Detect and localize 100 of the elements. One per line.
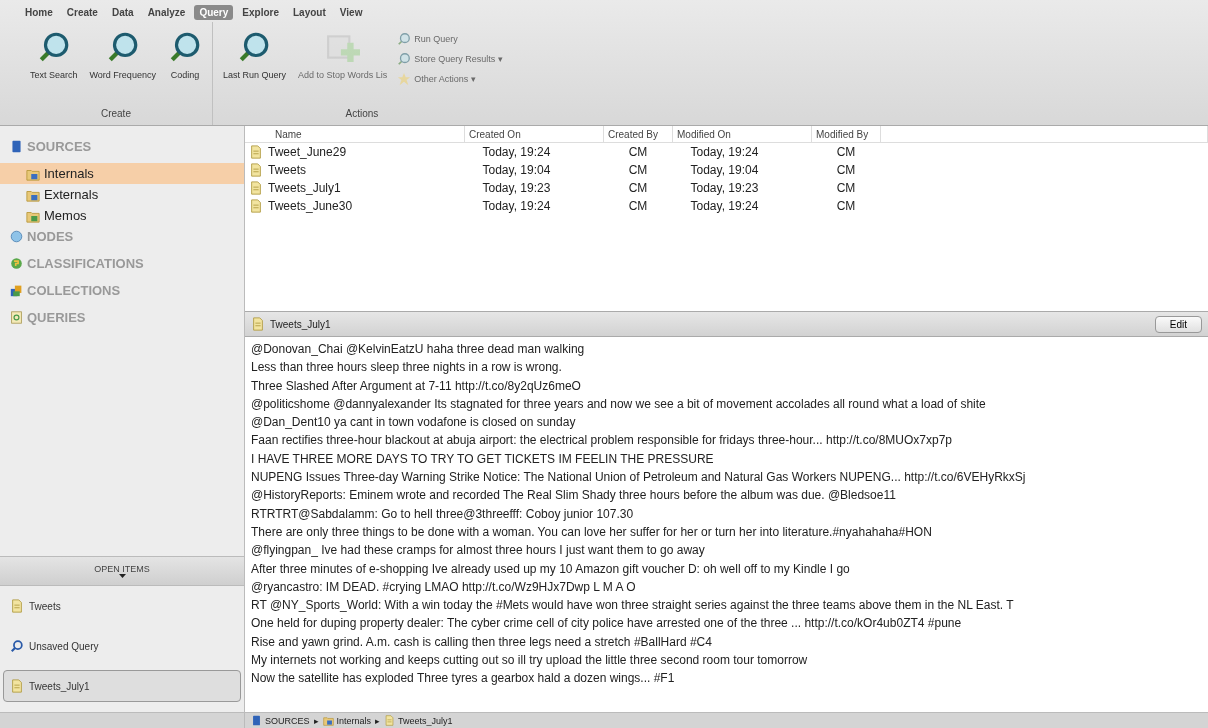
text-line: Three Slashed After Argument at 7-11 http://t.co/8y2qUz6meO <box>251 377 582 395</box>
magnifier-icon <box>397 32 412 46</box>
ribbon-button[interactable]: Text Search <box>28 28 80 108</box>
table-cell: CM <box>628 163 648 177</box>
document-icon <box>251 317 265 331</box>
ribbon-button[interactable]: Word Frequency <box>87 28 158 108</box>
table-cell: Today, 19:23 <box>482 181 551 195</box>
item-label: Tweets_July1 <box>29 680 90 692</box>
document-icon <box>249 199 263 213</box>
text-line: @flyingpan_ Ive had these cramps for almost three hours I just want them to go away <box>251 542 706 560</box>
document-icon <box>10 599 24 613</box>
separator-icon: ▸ <box>375 715 381 726</box>
star-icon <box>397 72 412 86</box>
menu-tab[interactable]: Create <box>61 5 103 20</box>
table-cell: CM <box>836 199 856 213</box>
column-header[interactable]: Created On <box>464 126 604 143</box>
table-cell: CM <box>836 145 856 159</box>
table-cell: Tweets <box>268 163 306 177</box>
table-cell: Tweet_June29 <box>268 145 347 159</box>
menu-tab[interactable]: Analyze <box>142 5 191 20</box>
globe-icon <box>10 257 23 270</box>
document-icon <box>249 145 263 159</box>
menu-tab[interactable]: Layout <box>288 5 331 20</box>
header-label: OPEN ITEMS <box>94 564 150 574</box>
table-cell: Today, 19:24 <box>482 199 551 213</box>
open-item[interactable]: Tweets <box>3 590 241 622</box>
text-line: I HAVE THREE MORE DAYS TO TRY TO GET TICKETS IM FEELIN THE PRESSURE <box>251 450 715 468</box>
item-label: Unsaved Query <box>29 640 99 652</box>
table-cell: CM <box>628 199 648 213</box>
ribbon-button[interactable]: Coding <box>165 28 204 108</box>
menu-tab[interactable]: Data <box>106 5 139 20</box>
menu-tab[interactable]: Home <box>20 5 58 20</box>
document-icon <box>249 163 263 177</box>
text-line: Faan rectifies three-hour blackout at abuja airport: the electrical problem responsible for fridays three-hour... http://t.co/8MUOx7xp7p <box>251 432 953 450</box>
breadcrumb-item[interactable]: Tweets_July1 <box>398 715 453 726</box>
stack-icon <box>10 284 23 297</box>
text-line: @politicshome @dannyalexander Its stagnated for three years and now we see a bit of movement accolades all round what a load of shite <box>251 395 987 413</box>
open-item[interactable]: Tweets_July1 <box>3 670 241 702</box>
column-header[interactable]: Name <box>245 126 465 143</box>
breadcrumb-item[interactable]: SOURCES <box>265 715 310 726</box>
folder-icon <box>322 715 334 726</box>
menu-tab[interactable]: Explore <box>237 5 284 20</box>
text-line: RT @NY_Sports_World: With a win today the #Mets would have won three straight series against the three teams above them in the NL East. T <box>251 597 1015 615</box>
breadcrumb-item[interactable]: Internals <box>336 715 372 726</box>
book-icon <box>251 715 262 726</box>
table-cell: Today, 19:24 <box>482 145 551 159</box>
table-cell: CM <box>836 163 856 177</box>
item-label: Internals <box>44 166 94 181</box>
group-label: Create <box>99 108 132 121</box>
table-cell: Today, 19:24 <box>690 145 759 159</box>
section-label: CLASSIFICATIONS <box>27 256 144 271</box>
section-label: QUERIES <box>27 310 86 325</box>
table-cell: Today, 19:24 <box>690 199 759 213</box>
sidebar-item[interactable]: Externals <box>0 184 244 205</box>
ribbon-button[interactable]: Last Run Query <box>220 28 288 108</box>
item-label: Externals <box>44 187 99 202</box>
caret-icon <box>118 574 126 578</box>
text-line: After three minutes of e-shopping Ive already used up my 10 Amazon gift voucher D: oh well off to my Kindle I go <box>251 560 851 578</box>
text-line: @HistoryReports: Eminem wrote and recorded The Real Slim Shady three hours before the album was due. @Bledsoe11 <box>251 487 897 505</box>
document-icon <box>10 679 24 693</box>
text-line: My internets not working and keeps cutting out so ill try upload the little three second room tour tomorrow <box>251 652 809 670</box>
section-label: SOURCES <box>27 139 92 154</box>
table-cell: CM <box>628 145 648 159</box>
sidebar-item[interactable]: Memos <box>0 205 244 226</box>
open-items-header[interactable]: OPEN ITEMS <box>0 556 244 586</box>
text-line: @Donovan_Chai @KelvinEatzU haha three dead man walking <box>251 341 586 358</box>
query-document-icon <box>10 311 23 324</box>
column-header[interactable]: Created By <box>603 126 673 143</box>
text-line: Rise and yawn grind. A.m. cash is calling then three legs need a stretch #BallHard #C4 <box>251 633 713 651</box>
book-icon <box>10 140 23 153</box>
preview-title: Tweets_July1 <box>270 318 331 330</box>
column-header[interactable]: Modified By <box>811 126 881 143</box>
text-line: There are only three things to be done with a woman. You can love her suffer for her or turn her into literature.#nyahahaha#HON <box>251 523 933 541</box>
table-cell: CM <box>836 181 856 195</box>
text-line: One held for duping property dealer: The cyber crime cell of city police have arrested one of the three ... http://t.co/kOr4ub0ZT4 #pune <box>251 615 963 633</box>
magnifier-icon <box>397 52 412 66</box>
column-header[interactable]: Modified On <box>672 126 812 143</box>
document-icon <box>249 181 263 195</box>
text-line: RTRTRT@Sabdalamm: Go to hell three@3threefff: Coboy junior 107.30 <box>251 505 635 523</box>
table-cell: Today, 19:23 <box>690 181 759 195</box>
table-cell: Tweets_June30 <box>268 199 353 213</box>
item-label: Tweets <box>29 600 61 612</box>
separator-icon: ▸ <box>313 715 319 726</box>
text-line: Less than three hours sleep three nights in a row is wrong. <box>251 359 563 377</box>
section-label: NODES <box>27 229 74 244</box>
document-icon <box>384 715 396 726</box>
text-line: @Dan_Dent10 ya cant in town vodafone is closed on sunday <box>251 414 577 432</box>
edit-button[interactable]: Edit <box>1154 315 1202 333</box>
sidebar-item[interactable]: Internals <box>0 163 244 184</box>
table-cell: Today, 19:04 <box>482 163 551 177</box>
text-line: NUPENG Issues Three-day Warning Strike Notice: The National Union of Petroleum and Natural Gas Workers NUPENG... http://t.co/6VEHyRkxSj <box>251 469 1027 487</box>
text-line: Now the satellite has exploded Three tyres a gearbox hald a dozen wings... #F1 <box>251 670 676 688</box>
text-line: @ryancastro: IM DEAD. #crying LMAO http://t.co/Wz9HJx7Dwp L M A O <box>251 578 637 596</box>
circle-icon <box>10 230 23 243</box>
open-item[interactable]: Unsaved Query <box>3 630 241 662</box>
table-cell: CM <box>628 181 648 195</box>
section-label: COLLECTIONS <box>27 283 121 298</box>
menu-tab[interactable]: View <box>334 5 368 20</box>
table-cell: Tweets_July1 <box>268 181 341 195</box>
item-label: Memos <box>44 208 87 223</box>
